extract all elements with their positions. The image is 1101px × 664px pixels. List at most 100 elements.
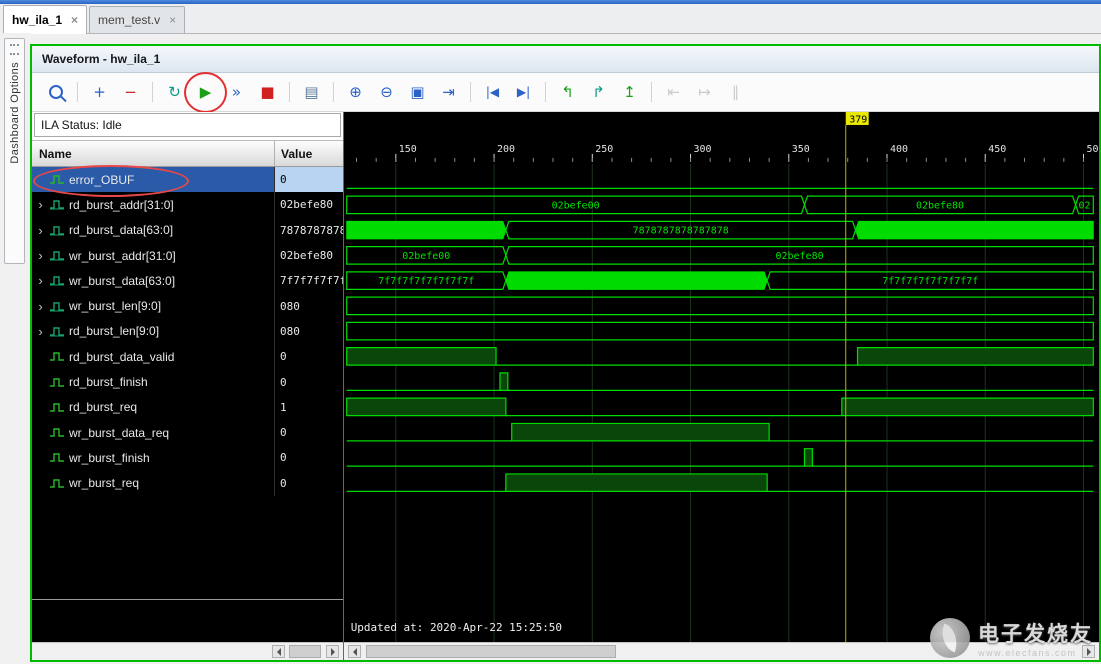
wave-row-rd_burst_len[9:0][interactable] xyxy=(346,321,1094,341)
next-transition-button[interactable]: ↱ xyxy=(585,79,612,106)
zoom-in-button[interactable]: ⊕ xyxy=(342,79,369,106)
add-marker-button[interactable]: ↥ xyxy=(616,79,643,106)
run-trigger-immediate-button[interactable]: » xyxy=(223,79,250,106)
run-trigger-button[interactable]: ▶ xyxy=(184,71,227,113)
signal-row-wr_burst_len[9:0][interactable]: › wr_burst_len[9:0] 080 xyxy=(32,293,343,319)
tab-mem_test.v[interactable]: mem_test.v × xyxy=(89,6,186,33)
signal-row-wr_burst_finish[interactable]: wr_burst_finish 0 xyxy=(32,445,343,471)
tab-hw_ila_1[interactable]: hw_ila_1 × xyxy=(3,5,88,34)
waveform-view[interactable]: 150 200 250 300 350 400 450 500 02befe00 02befe80… xyxy=(344,112,1099,660)
signal-value: 080 xyxy=(280,324,300,338)
signal-row-rd_burst_addr[31:0][interactable]: › rd_burst_addr[31:0] 02befe80 xyxy=(32,192,343,218)
signal-row-error_OBUF[interactable]: error_OBUF 0 xyxy=(32,165,343,197)
scrollbar-thumb[interactable] xyxy=(366,645,616,658)
add-probes-button[interactable]: + xyxy=(86,79,113,106)
wave-row-rd_burst_req[interactable] xyxy=(346,397,1094,417)
stop-trigger-button[interactable]: ■ xyxy=(254,79,281,106)
signal-value: 1 xyxy=(280,400,287,414)
signal-row-wr_burst_data[63:0][interactable]: › wr_burst_data[63:0] 7f7f7f7f7f7f7f7f xyxy=(32,268,343,294)
svg-text:300: 300 xyxy=(694,144,712,155)
time-ruler[interactable]: 150 200 250 300 350 400 450 500 xyxy=(356,144,1098,162)
bus-signal-icon xyxy=(50,200,64,210)
expand-arrow-icon[interactable]: › xyxy=(32,273,49,288)
grip-icon xyxy=(10,44,19,55)
wave-row-rd_burst_finish[interactable] xyxy=(346,372,1094,391)
bus-signal-icon xyxy=(50,327,64,337)
magnifier-icon xyxy=(48,85,63,99)
svg-text:379: 379 xyxy=(849,114,867,125)
scrollbar-thumb[interactable] xyxy=(289,645,321,658)
signal-name-cell: wr_burst_req xyxy=(32,470,275,496)
linked-cursors-button[interactable]: ∥ xyxy=(722,79,749,106)
signal-name-cell: › wr_burst_len[9:0] xyxy=(32,293,275,319)
close-tab-icon[interactable]: × xyxy=(169,14,176,26)
signal-row-wr_burst_data_req[interactable]: wr_burst_data_req 0 xyxy=(32,419,343,446)
wave-row-wr_burst_len[9:0][interactable] xyxy=(346,296,1094,316)
signal-name: rd_burst_data[63:0] xyxy=(69,223,174,238)
bit-signal-icon xyxy=(50,479,64,488)
wave-row-rd_burst_data[63:0][interactable]: 7878787878787878 xyxy=(346,220,1094,240)
remove-probes-button[interactable]: − xyxy=(117,79,144,106)
wave-row-wr_burst_addr[31:0][interactable]: 02befe00 02befe80 xyxy=(346,246,1094,265)
svg-text:02befe80: 02befe80 xyxy=(916,200,964,211)
wave-row-wr_burst_data_req[interactable] xyxy=(346,422,1094,442)
scroll-left-icon[interactable] xyxy=(348,645,361,658)
signal-pane-hscrollbar[interactable] xyxy=(32,642,343,660)
wave-row-rd_burst_addr[31:0][interactable]: 02befe00 02befe80 02 xyxy=(346,195,1094,215)
signal-value: 0 xyxy=(280,426,287,440)
expand-arrow-icon[interactable]: › xyxy=(32,324,49,339)
go-to-end-button[interactable]: ▶| xyxy=(510,79,537,106)
wave-row-wr_burst_finish[interactable] xyxy=(346,448,1094,467)
dashboard-options-button[interactable]: Dashboard Options xyxy=(4,38,25,264)
signal-row-wr_burst_req[interactable]: wr_burst_req 0 xyxy=(32,470,343,496)
signal-row-rd_burst_data[63:0][interactable]: › rd_burst_data[63:0] 7878787878787878 xyxy=(32,217,343,243)
signal-value: 0 xyxy=(280,476,287,490)
zoom-out-button[interactable]: ⊖ xyxy=(373,79,400,106)
swap-cursors-button[interactable]: ⇤ xyxy=(660,79,687,106)
ila-status-text: ILA Status: Idle xyxy=(41,118,122,132)
signal-row-rd_burst_len[9:0][interactable]: › rd_burst_len[9:0] 080 xyxy=(32,318,343,345)
waveform-content: ILA Status: Idle Name Value error_OBUF 0 ›… xyxy=(32,112,1099,660)
go-to-time-button[interactable]: ↦ xyxy=(691,79,718,106)
svg-text:02: 02 xyxy=(1078,200,1090,211)
expand-arrow-icon[interactable]: › xyxy=(32,197,49,212)
close-tab-icon[interactable]: × xyxy=(71,14,78,26)
signal-row-rd_burst_req[interactable]: rd_burst_req 1 xyxy=(32,394,343,420)
signal-row-rd_burst_data_valid[interactable]: rd_burst_data_valid 0 xyxy=(32,344,343,370)
bus-signal-icon xyxy=(50,251,64,261)
signal-name-cell: › rd_burst_len[9:0] xyxy=(32,318,275,345)
export-ila-data-button[interactable]: ▤ xyxy=(298,79,325,106)
signal-name: wr_burst_finish xyxy=(69,450,150,465)
wave-row-wr_burst_req[interactable] xyxy=(346,473,1094,492)
bit-signal-icon xyxy=(50,453,64,463)
signal-name-cell: error_OBUF xyxy=(32,165,275,197)
signal-name: wr_burst_req xyxy=(69,476,140,491)
expand-arrow-icon[interactable]: › xyxy=(32,223,49,238)
signal-row-rd_burst_finish[interactable]: rd_burst_finish 0 xyxy=(32,369,343,395)
scroll-right-icon[interactable] xyxy=(1082,645,1095,658)
column-header-value[interactable]: Value xyxy=(275,141,343,166)
signal-name: error_OBUF xyxy=(69,172,135,187)
tab-label: mem_test.v xyxy=(98,13,161,27)
signal-name-cell: rd_burst_req xyxy=(32,394,275,420)
column-header-name[interactable]: Name xyxy=(32,141,275,166)
wave-row-wr_burst_data[63:0][interactable]: 7f7f7f7f7f7f7f7f 7f7f7f7f7f7f7f7f xyxy=(346,271,1094,290)
signal-name: wr_burst_data[63:0] xyxy=(69,273,176,288)
expand-arrow-icon[interactable]: › xyxy=(32,299,49,314)
waveform-canvas[interactable]: 150 200 250 300 350 400 450 500 02befe00 02befe80… xyxy=(344,112,1098,642)
expand-arrow-icon[interactable]: › xyxy=(32,248,49,263)
previous-transition-button[interactable]: ↰ xyxy=(554,79,581,106)
waveform-hscrollbar[interactable] xyxy=(344,642,1099,660)
scroll-left-icon[interactable] xyxy=(272,645,285,658)
signal-name-cell: › rd_burst_addr[31:0] xyxy=(32,192,275,218)
go-to-start-button[interactable]: |◀ xyxy=(479,79,506,106)
zoom-fit-button[interactable]: ▣ xyxy=(404,79,431,106)
waveform-panel-header[interactable]: Waveform - hw_ila_1 xyxy=(32,46,1099,73)
cursor-marker[interactable]: 379 xyxy=(845,112,869,642)
zoom-to-cursor-button[interactable]: ⇥ xyxy=(435,79,462,106)
zoom-area-select-button[interactable] xyxy=(42,79,69,106)
signal-row-wr_burst_addr[31:0][interactable]: › wr_burst_addr[31:0] 02befe80 xyxy=(32,242,343,269)
wave-row-rd_burst_data_valid[interactable] xyxy=(346,347,1094,366)
scroll-right-icon[interactable] xyxy=(326,645,339,658)
wave-rows[interactable]: 02befe00 02befe80 02 7878787878787878 02befe… xyxy=(346,187,1094,492)
